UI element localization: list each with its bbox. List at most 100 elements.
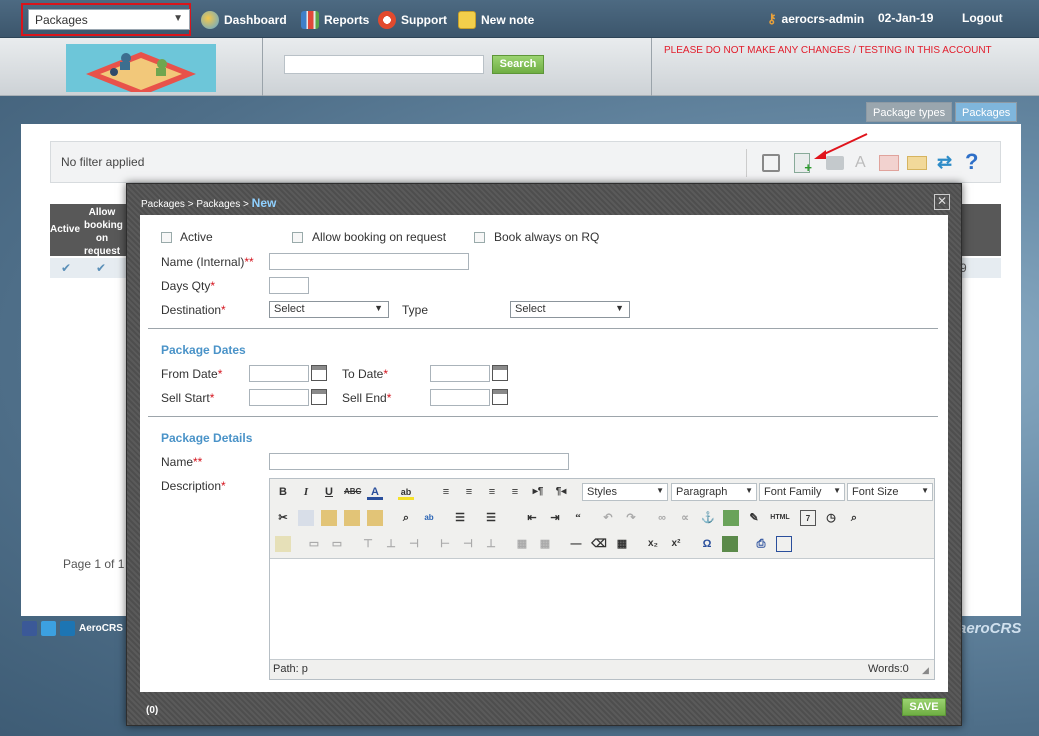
- nav-new-note[interactable]: New note: [458, 11, 534, 29]
- preview-icon[interactable]: ⌕: [846, 510, 862, 526]
- insert-row-before-icon[interactable]: ⊤: [360, 536, 376, 552]
- styles-select[interactable]: Styles ▼: [582, 483, 668, 501]
- strikethrough-icon[interactable]: ABC: [344, 484, 361, 500]
- paragraph-select[interactable]: Paragraph ▼: [671, 483, 757, 501]
- subscript-icon[interactable]: x₂: [645, 536, 661, 552]
- user-menu[interactable]: ⚷ aerocrs-admin: [767, 11, 864, 27]
- sell-start-input[interactable]: [249, 389, 309, 406]
- search-button[interactable]: Search: [492, 55, 544, 74]
- twitter-icon[interactable]: [41, 621, 56, 636]
- replace-icon[interactable]: ab: [421, 510, 437, 526]
- active-checkbox[interactable]: [161, 232, 172, 243]
- anchor-icon[interactable]: ⚓: [700, 510, 716, 526]
- table-row-props-icon[interactable]: ▭: [306, 536, 322, 552]
- blockquote-icon[interactable]: “: [570, 510, 586, 526]
- italic-icon[interactable]: I: [298, 484, 314, 500]
- paste-word-icon[interactable]: [367, 510, 383, 526]
- resize-handle-icon[interactable]: ◢: [922, 665, 929, 676]
- book-always-checkbox[interactable]: [474, 232, 485, 243]
- editor-content-area[interactable]: [270, 559, 934, 659]
- bold-icon[interactable]: B: [275, 484, 291, 500]
- sell-end-input[interactable]: [430, 389, 490, 406]
- cleanup-icon[interactable]: ✎: [746, 510, 762, 526]
- time-insert-icon[interactable]: ◷: [823, 510, 839, 526]
- days-qty-input[interactable]: [269, 277, 309, 294]
- calendar-icon[interactable]: [492, 389, 508, 405]
- nav-support[interactable]: Support: [378, 11, 447, 29]
- link-icon[interactable]: ∞: [654, 510, 670, 526]
- calendar-icon[interactable]: [311, 389, 327, 405]
- media-icon[interactable]: [722, 536, 738, 552]
- image-icon[interactable]: [723, 510, 739, 526]
- email-icon[interactable]: [907, 156, 927, 170]
- search-input[interactable]: [284, 55, 484, 74]
- rtl-icon[interactable]: ¶◂: [553, 484, 569, 500]
- breadcrumb-item[interactable]: Packages: [196, 199, 240, 210]
- copy-icon[interactable]: [298, 510, 314, 526]
- horizontal-rule-icon[interactable]: —: [568, 536, 584, 552]
- indent-icon[interactable]: ⇥: [547, 510, 563, 526]
- to-date-input[interactable]: [430, 365, 490, 382]
- edit-icon[interactable]: [275, 536, 291, 552]
- find-icon[interactable]: ⌕: [398, 510, 414, 526]
- calendar-icon[interactable]: [311, 365, 327, 381]
- unlink-icon[interactable]: ∝: [677, 510, 693, 526]
- fullscreen-icon[interactable]: [776, 536, 792, 552]
- cut-icon[interactable]: ✂: [275, 510, 291, 526]
- logout-link[interactable]: Logout: [962, 11, 1003, 25]
- insert-col-before-icon[interactable]: ⊢: [437, 536, 453, 552]
- special-char-icon[interactable]: Ω: [699, 536, 715, 552]
- merge-cells-icon[interactable]: ▦: [537, 536, 553, 552]
- superscript-icon[interactable]: x²: [668, 536, 684, 552]
- facebook-icon[interactable]: [22, 621, 37, 636]
- remove-format-icon[interactable]: ⌫: [591, 536, 607, 552]
- print-editor-icon[interactable]: ⎙: [753, 536, 769, 552]
- insert-table-icon[interactable]: ▦: [614, 536, 630, 552]
- tab-package-types[interactable]: Package types: [866, 102, 953, 122]
- align-center-icon[interactable]: ≡: [461, 484, 477, 500]
- type-select[interactable]: Select ▼: [510, 301, 630, 318]
- refresh-icon[interactable]: ⇄: [937, 152, 952, 173]
- delete-row-icon[interactable]: ⊣: [406, 536, 422, 552]
- name-internal-input[interactable]: [269, 253, 469, 270]
- module-select[interactable]: Packages ▼: [28, 9, 190, 30]
- highlight-color-icon[interactable]: ab: [398, 484, 414, 500]
- insert-col-after-icon[interactable]: ⊣: [460, 536, 476, 552]
- numbered-list-icon[interactable]: ☰: [483, 510, 499, 526]
- ltr-icon[interactable]: ▸¶: [530, 484, 546, 500]
- calendar-icon[interactable]: [492, 365, 508, 381]
- destination-select[interactable]: Select ▼: [269, 301, 389, 318]
- justify-icon[interactable]: ≡: [507, 484, 523, 500]
- nav-dashboard[interactable]: Dashboard: [201, 11, 287, 29]
- from-date-input[interactable]: [249, 365, 309, 382]
- table-cell-props-icon[interactable]: ▭: [329, 536, 345, 552]
- undo-icon[interactable]: ↶: [600, 510, 616, 526]
- align-right-icon[interactable]: ≡: [484, 484, 500, 500]
- date-insert-icon[interactable]: 7: [800, 510, 816, 526]
- name-input[interactable]: [269, 453, 569, 470]
- linkedin-icon[interactable]: [60, 621, 75, 636]
- breadcrumb-item[interactable]: Packages: [141, 199, 185, 210]
- save-button[interactable]: SAVE: [902, 698, 946, 716]
- bullet-list-icon[interactable]: ☰: [452, 510, 468, 526]
- paste-text-icon[interactable]: [344, 510, 360, 526]
- font-size-select[interactable]: Font Size ▼: [847, 483, 933, 501]
- help-icon[interactable]: ?: [965, 149, 978, 175]
- underline-icon[interactable]: U: [321, 484, 337, 500]
- nav-reports[interactable]: Reports: [301, 11, 369, 29]
- add-new-icon[interactable]: +: [794, 153, 812, 175]
- split-cells-icon[interactable]: ▦: [514, 536, 530, 552]
- delete-col-icon[interactable]: ⊥: [483, 536, 499, 552]
- close-icon[interactable]: ✕: [934, 194, 950, 210]
- tab-packages[interactable]: Packages: [955, 102, 1018, 122]
- search-filter-icon[interactable]: [762, 154, 780, 172]
- paste-icon[interactable]: [321, 510, 337, 526]
- outdent-icon[interactable]: ⇤: [524, 510, 540, 526]
- text-color-icon[interactable]: A: [367, 484, 383, 500]
- allow-booking-checkbox[interactable]: [292, 232, 303, 243]
- pdf-icon[interactable]: [879, 155, 899, 171]
- font-family-select[interactable]: Font Family ▼: [759, 483, 845, 501]
- html-icon[interactable]: HTML: [769, 510, 791, 526]
- redo-icon[interactable]: ↷: [623, 510, 639, 526]
- align-left-icon[interactable]: ≡: [438, 484, 454, 500]
